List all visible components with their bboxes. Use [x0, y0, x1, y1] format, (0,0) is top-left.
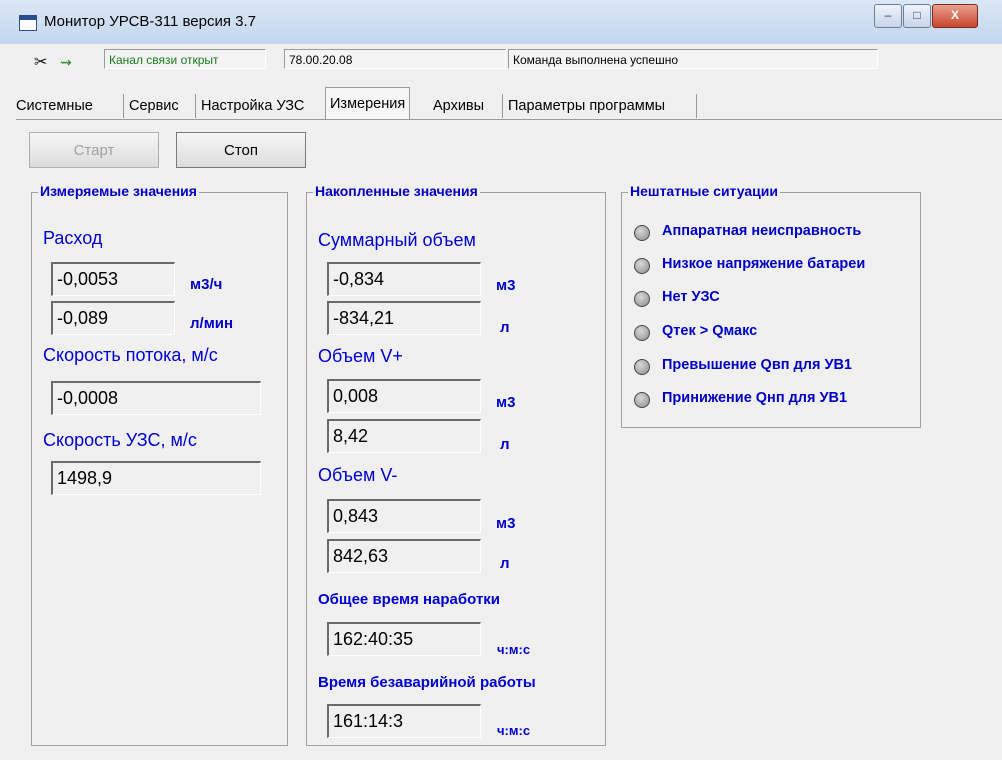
vplus-l-field: 8,42: [327, 419, 481, 453]
maximize-button[interactable]: □: [903, 4, 931, 28]
tab-measurements[interactable]: Измерения: [325, 87, 411, 121]
tab-system[interactable]: Системные: [16, 92, 93, 120]
velocity-label: Скорость потока, м/с: [43, 345, 218, 365]
alarm-text: Принижение Qнп для УВ1: [662, 390, 848, 406]
channel-status: Канал связи открыт: [104, 49, 266, 69]
alarms-title: Нештатные ситуации: [628, 183, 780, 199]
alarm-lamp-icon: [634, 359, 650, 375]
command-status: Команда выполнена успешно: [508, 49, 878, 69]
app-icon: [19, 15, 37, 31]
device-address: 78.00.20.08: [284, 49, 506, 69]
vminus-m3-field: 0,843: [327, 499, 481, 533]
total-m3-unit: м3: [496, 277, 516, 294]
start-button[interactable]: Старт: [29, 132, 159, 168]
tab-separator: [502, 94, 503, 118]
alarm-text: Превышение Qвп для УВ1: [662, 357, 852, 373]
alarm-lamp-icon: [634, 392, 650, 408]
uzs-speed-label: Скорость УЗС, м/с: [43, 430, 197, 450]
status-toolbar: ✂ ⇝ Канал связи открыт 78.00.20.08 Коман…: [16, 44, 1002, 74]
disconnect-icon[interactable]: ✂: [34, 52, 47, 72]
flow-lmin-unit: л/мин: [190, 315, 234, 332]
tab-separator: [123, 94, 124, 118]
vminus-m3-unit: м3: [496, 515, 516, 532]
vplus-label: Объем V+: [318, 346, 403, 366]
accumulated-values-group: Накопленные значения Суммарный объем -0,…: [306, 183, 606, 746]
total-l-unit: л: [500, 319, 510, 336]
title-bar: Монитор УРСВ-311 версия 3.7 – □ X: [0, 0, 1002, 44]
flow-m3h-unit: м3/ч: [190, 276, 223, 293]
stop-button[interactable]: Стоп: [176, 132, 306, 168]
total-m3-field: -0,834: [327, 262, 481, 296]
alarm-text: Аппаратная неисправность: [662, 223, 862, 239]
vminus-l-unit: л: [500, 555, 510, 572]
close-button[interactable]: X: [932, 4, 978, 28]
uzs-speed-field: 1498,9: [51, 461, 261, 495]
tab-service[interactable]: Сервис: [129, 92, 179, 120]
total-l-field: -834,21: [327, 301, 481, 335]
alarm-text: Низкое напряжение батареи: [662, 256, 866, 272]
faultless-unit: ч:м:с: [497, 723, 531, 738]
vplus-l-unit: л: [500, 436, 510, 453]
alarm-lamp-icon: [634, 291, 650, 307]
app-window: Монитор УРСВ-311 версия 3.7 – □ X ✂ ⇝ Ка…: [0, 0, 1002, 760]
faultless-label: Время безаварийной работы: [318, 674, 536, 691]
vplus-m3-field: 0,008: [327, 379, 481, 413]
flow-lmin-field: -0,089: [51, 301, 175, 335]
flow-label: Расход: [43, 228, 103, 248]
measurements-panel: Старт Стоп Измеряемые значения Расход -0…: [16, 119, 1002, 760]
measured-values-group: Измеряемые значения Расход -0,0053 м3/ч …: [31, 183, 288, 746]
alarm-lamp-icon: [634, 225, 650, 241]
tab-uzs-setup[interactable]: Настройка УЗС: [201, 92, 304, 120]
vminus-l-field: 842,63: [327, 539, 481, 573]
faultless-field: 161:14:3: [327, 704, 481, 738]
minimize-button[interactable]: –: [874, 4, 902, 28]
alarms-group: Нештатные ситуации Аппаратная неисправно…: [621, 183, 921, 428]
runtime-label: Общее время наработки: [318, 591, 501, 608]
window-title: Монитор УРСВ-311 версия 3.7: [44, 13, 257, 30]
tab-program-params[interactable]: Параметры программы: [508, 92, 665, 120]
alarm-lamp-icon: [634, 258, 650, 274]
alarm-text: Qтек > Qмакс: [662, 323, 758, 339]
vminus-label: Объем V-: [318, 465, 398, 485]
accumulated-values-title: Накопленные значения: [313, 183, 480, 199]
tab-separator: [696, 94, 697, 118]
tab-archives[interactable]: Архивы: [433, 92, 484, 120]
total-volume-label: Суммарный объем: [318, 230, 476, 250]
alarm-lamp-icon: [634, 325, 650, 341]
runtime-field: 162:40:35: [327, 622, 481, 656]
velocity-field: -0,0008: [51, 381, 261, 415]
flow-m3h-field: -0,0053: [51, 262, 175, 296]
connect-icon[interactable]: ⇝: [60, 54, 72, 71]
tab-separator: [195, 94, 196, 118]
alarm-text: Нет УЗС: [662, 289, 720, 305]
runtime-unit: ч:м:с: [497, 642, 531, 657]
measured-values-title: Измеряемые значения: [38, 183, 199, 199]
vplus-m3-unit: м3: [496, 394, 516, 411]
